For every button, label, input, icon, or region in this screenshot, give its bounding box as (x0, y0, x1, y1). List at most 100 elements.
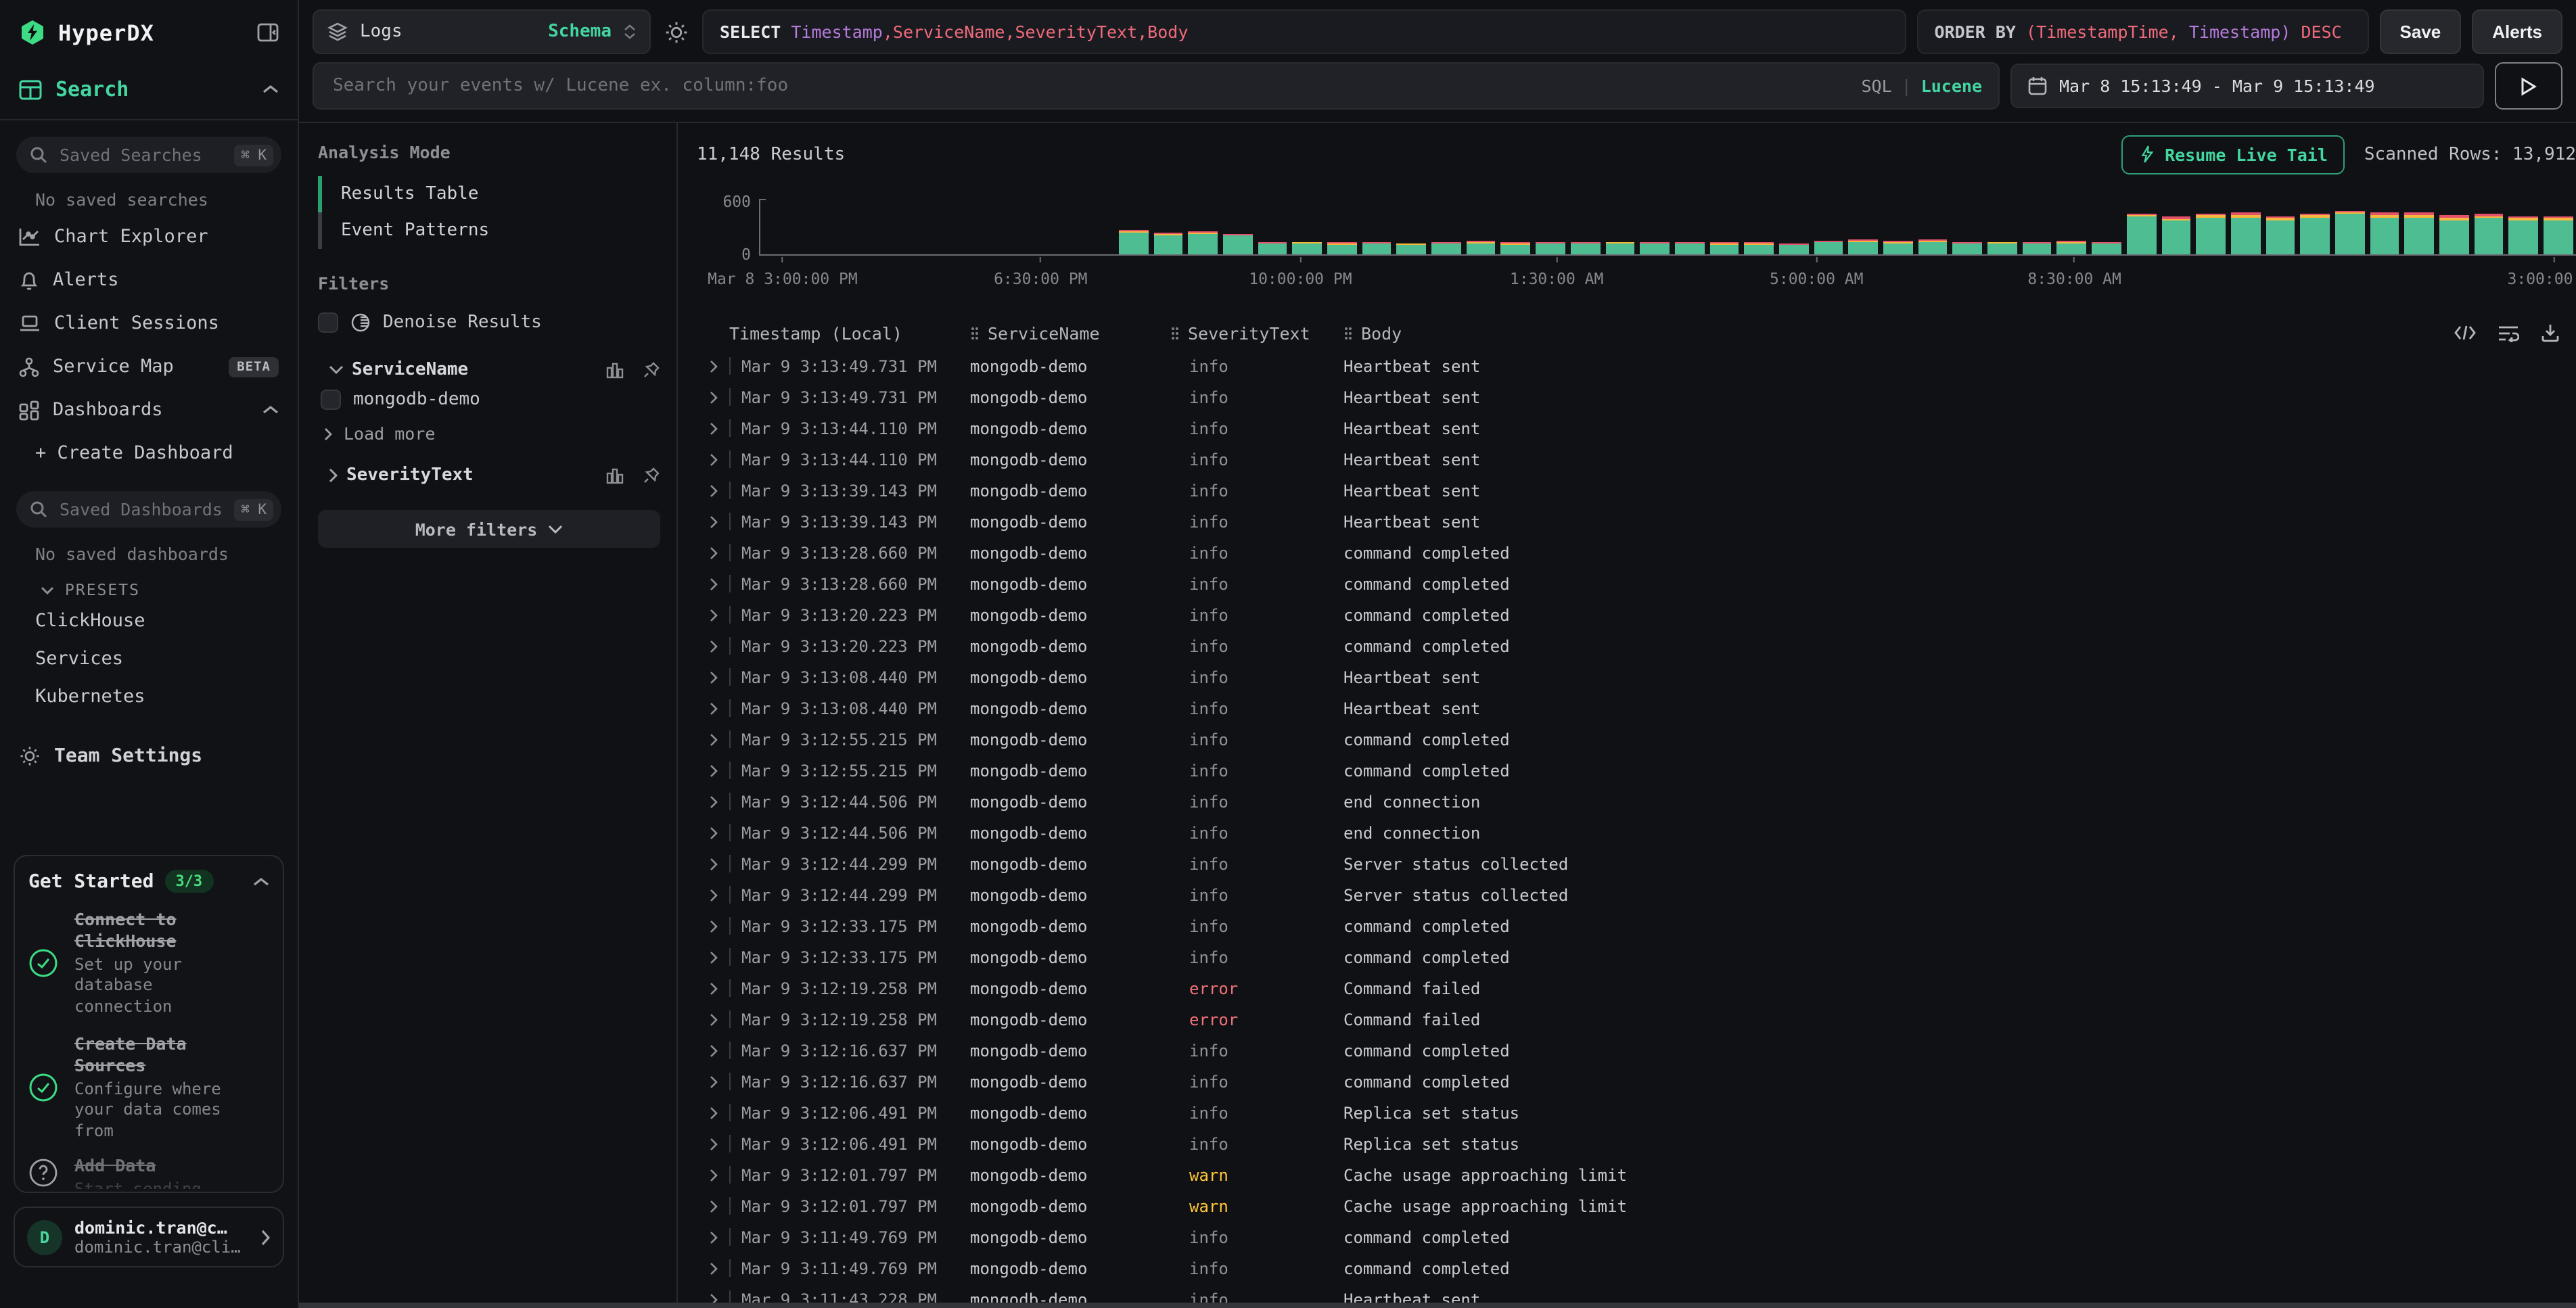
row-expand-chevron-icon[interactable] (697, 608, 729, 622)
histogram-bar[interactable] (2196, 213, 2225, 254)
lang-sql[interactable]: SQL (1861, 76, 1891, 96)
filter-value-checkbox[interactable] (321, 390, 341, 410)
row-expand-chevron-icon[interactable] (697, 1230, 729, 1244)
row-expand-chevron-icon[interactable] (697, 981, 729, 995)
histogram-bar[interactable] (1327, 243, 1356, 254)
drag-grip-icon[interactable] (970, 325, 980, 340)
table-row[interactable]: Mar 9 3:13:49.731 PM mongodb-demo info H… (697, 350, 2576, 381)
filter-group-severitytext[interactable]: SeverityText (318, 465, 660, 486)
get-started-item[interactable]: Add Data Start sending (28, 1156, 269, 1189)
event-search-box[interactable]: SQL | Lucene (313, 62, 2000, 110)
filter-group-servicename[interactable]: ServiceName (318, 360, 660, 380)
table-row[interactable]: Mar 9 3:12:44.299 PM mongodb-demo info S… (697, 879, 2576, 910)
nav-search[interactable]: Search (0, 60, 298, 120)
table-row[interactable]: Mar 9 3:12:55.215 PM mongodb-demo info c… (697, 724, 2576, 755)
source-selector[interactable]: Logs Schema (313, 9, 651, 54)
histogram-bar[interactable] (2544, 216, 2573, 254)
table-row[interactable]: Mar 9 3:13:28.660 PM mongodb-demo info c… (697, 537, 2576, 568)
histogram-bar[interactable] (1397, 243, 1426, 254)
nav-client-sessions[interactable]: Client Sessions (0, 302, 298, 345)
row-expand-chevron-icon[interactable] (697, 1168, 729, 1182)
table-row[interactable]: Mar 9 3:11:49.769 PM mongodb-demo info c… (697, 1253, 2576, 1284)
alerts-button[interactable]: Alerts (2472, 9, 2562, 54)
row-expand-chevron-icon[interactable] (697, 1261, 729, 1275)
histogram-bar[interactable] (1536, 242, 1565, 254)
date-range-picker[interactable]: Mar 8 15:13:49 - Mar 9 15:13:49 (2010, 64, 2484, 108)
row-expand-chevron-icon[interactable] (697, 670, 729, 684)
preset-services[interactable]: Services (0, 640, 298, 678)
row-expand-chevron-icon[interactable] (697, 1044, 729, 1057)
table-row[interactable]: Mar 9 3:12:16.637 PM mongodb-demo info c… (697, 1035, 2576, 1066)
order-by-input[interactable]: ORDER BY (TimestampTime, Timestamp) DESC (1917, 9, 2369, 54)
row-expand-chevron-icon[interactable] (697, 546, 729, 559)
histogram-bar[interactable] (2405, 212, 2434, 254)
histogram-bar[interactable] (2370, 213, 2399, 254)
row-expand-chevron-icon[interactable] (697, 732, 729, 746)
histogram-bar[interactable] (2301, 214, 2330, 254)
table-row[interactable]: Mar 9 3:12:19.258 PM mongodb-demo error … (697, 973, 2576, 1004)
chart-filter-icon[interactable] (606, 467, 624, 484)
histogram-bar[interactable] (1431, 242, 1460, 254)
col-servicename[interactable]: ServiceName (970, 323, 1170, 343)
table-row[interactable]: Mar 9 3:13:39.143 PM mongodb-demo info H… (697, 475, 2576, 506)
select-query-input[interactable]: SELECT Timestamp,ServiceName,SeverityTex… (702, 9, 1906, 54)
row-expand-chevron-icon[interactable] (697, 795, 729, 808)
saved-dashboards-search[interactable]: ⌘ K (16, 491, 281, 528)
row-expand-chevron-icon[interactable] (697, 950, 729, 964)
nav-chart-explorer[interactable]: Chart Explorer (0, 215, 298, 258)
histogram-bar[interactable] (2509, 216, 2538, 254)
events-histogram[interactable]: 600 0 Mar 8 3:00:00 PM6:30:00 PM10:00:00… (697, 183, 2576, 299)
histogram-bar[interactable] (2127, 214, 2156, 254)
histogram-bar[interactable] (1293, 241, 1322, 254)
chevron-up-icon[interactable] (253, 877, 269, 887)
histogram-bar[interactable] (2057, 241, 2086, 254)
source-settings-gear-icon[interactable] (662, 20, 691, 44)
drag-grip-icon[interactable] (1343, 325, 1353, 340)
table-row[interactable]: Mar 9 3:13:39.143 PM mongodb-demo info H… (697, 506, 2576, 537)
histogram-bar[interactable] (1640, 242, 1669, 254)
horizontal-scrollbar[interactable] (299, 1303, 2576, 1308)
row-expand-chevron-icon[interactable] (697, 359, 729, 373)
download-icon[interactable] (2541, 323, 2560, 342)
row-expand-chevron-icon[interactable] (697, 1012, 729, 1026)
histogram-bar[interactable] (2231, 212, 2260, 254)
histogram-bar[interactable] (1779, 243, 1808, 254)
histogram-bar[interactable] (1883, 241, 1912, 254)
filter-value-mongodb-demo[interactable]: mongodb-demo (318, 380, 660, 413)
table-row[interactable]: Mar 9 3:12:19.258 PM mongodb-demo error … (697, 1004, 2576, 1035)
wrap-lines-icon[interactable] (2498, 324, 2519, 342)
nav-team-settings[interactable]: Team Settings (0, 729, 298, 783)
chevron-up-icon[interactable] (262, 404, 279, 415)
language-toggle[interactable]: SQL | Lucene (1861, 76, 1982, 96)
table-row[interactable]: Mar 9 3:13:20.223 PM mongodb-demo info c… (697, 630, 2576, 661)
row-expand-chevron-icon[interactable] (697, 1106, 729, 1119)
histogram-bar[interactable] (1987, 242, 2017, 254)
denoise-results-toggle[interactable]: Denoise Results (318, 307, 660, 338)
get-started-item[interactable]: Create Data Sources Configure where your… (28, 1034, 269, 1142)
mode-event-patterns[interactable]: Event Patterns (318, 212, 660, 249)
table-row[interactable]: Mar 9 3:13:44.110 PM mongodb-demo info H… (697, 413, 2576, 444)
row-expand-chevron-icon[interactable] (697, 826, 729, 839)
histogram-bar[interactable] (1467, 241, 1496, 254)
chart-filter-icon[interactable] (606, 361, 624, 379)
row-expand-chevron-icon[interactable] (697, 919, 729, 933)
row-expand-chevron-icon[interactable] (697, 639, 729, 653)
histogram-bar[interactable] (1709, 242, 1739, 254)
schema-mode-label[interactable]: Schema (548, 22, 612, 42)
histogram-bar[interactable] (1189, 232, 1218, 254)
denoise-checkbox[interactable] (318, 312, 338, 333)
presets-toggle[interactable]: PRESETS (0, 569, 298, 602)
saved-searches-input[interactable] (57, 143, 225, 166)
mode-results-table[interactable]: Results Table (318, 176, 660, 212)
histogram-bars[interactable] (1119, 196, 2573, 254)
table-row[interactable]: Mar 9 3:13:08.440 PM mongodb-demo info H… (697, 693, 2576, 724)
histogram-bar[interactable] (2161, 216, 2190, 254)
row-expand-chevron-icon[interactable] (697, 1137, 729, 1150)
table-row[interactable]: Mar 9 3:13:20.223 PM mongodb-demo info c… (697, 599, 2576, 630)
preset-clickhouse[interactable]: ClickHouse (0, 602, 298, 640)
table-row[interactable]: Mar 9 3:13:49.731 PM mongodb-demo info H… (697, 381, 2576, 413)
drag-grip-icon[interactable] (1170, 325, 1180, 340)
histogram-bar[interactable] (1675, 242, 1704, 254)
histogram-bar[interactable] (1605, 241, 1634, 254)
histogram-bar[interactable] (1953, 242, 1982, 254)
